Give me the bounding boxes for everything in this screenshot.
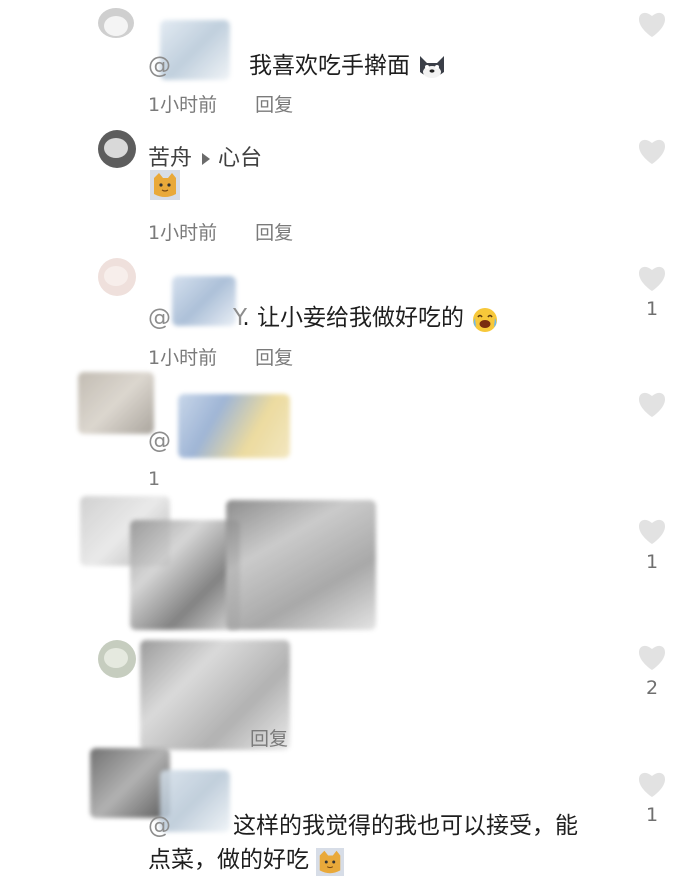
like-count: 1: [645, 551, 659, 573]
reply-target-name[interactable]: 心台: [218, 146, 262, 171]
reply-button[interactable]: 回复: [255, 94, 293, 116]
reply-button[interactable]: 回复: [255, 222, 293, 244]
avatar[interactable]: [98, 258, 136, 296]
mention[interactable]: @: [148, 428, 171, 454]
comment-meta: 1小时前 回复: [148, 90, 293, 117]
heart-icon: [638, 519, 666, 544]
comment-meta: 回复: [250, 724, 288, 751]
comment-text: @: [148, 428, 171, 454]
redacted-scribble: [78, 372, 154, 434]
like-button[interactable]: 1: [632, 264, 672, 320]
reply-button[interactable]: 回复: [250, 728, 288, 750]
timestamp: 1小时前: [148, 222, 218, 244]
like-button[interactable]: [632, 10, 672, 44]
timestamp: 1小时前: [148, 94, 218, 116]
comment-meta: 1小时前 回复: [148, 218, 293, 245]
heart-icon: [638, 139, 666, 164]
heart-icon: [638, 645, 666, 670]
comment-meta: 1: [148, 468, 160, 490]
timestamp: 1小时前: [148, 347, 218, 369]
mention[interactable]: @: [148, 53, 171, 79]
redacted-scribble: [226, 500, 376, 630]
crying-laughing-emoji: [471, 306, 498, 332]
comment-text: @ Y. 让小妾给我做好吃的: [148, 298, 498, 332]
like-count: 2: [645, 677, 659, 699]
like-count: 1: [645, 298, 659, 320]
comment-meta: 1小时前 回复: [148, 343, 293, 370]
dog-face-emoji: [417, 54, 445, 80]
timestamp: 1: [148, 468, 161, 490]
avatar[interactable]: [98, 640, 136, 678]
like-button[interactable]: 2: [632, 643, 672, 699]
avatar[interactable]: [98, 130, 136, 168]
heart-icon: [638, 12, 666, 37]
mention[interactable]: @: [148, 813, 171, 839]
comment-author-line: 苦舟 心台: [148, 140, 262, 172]
reply-button[interactable]: 回复: [255, 347, 293, 369]
redacted-scribble: [130, 520, 240, 630]
avatar[interactable]: [98, 8, 134, 38]
cat-face-emoji: [316, 847, 345, 876]
mention[interactable]: @: [148, 305, 171, 331]
comment-text: @ 我喜欢吃手擀面: [148, 46, 445, 80]
like-button[interactable]: 1: [632, 517, 672, 573]
like-button[interactable]: [632, 390, 672, 424]
redacted-scribble: [178, 394, 290, 458]
heart-icon: [638, 266, 666, 291]
heart-icon: [638, 772, 666, 797]
comment-text-line2: 点菜，做的好吃: [148, 840, 345, 876]
like-button[interactable]: [632, 137, 672, 171]
heart-icon: [638, 392, 666, 417]
comment-text: @ 这样的我觉得的我也可以接受，能: [148, 813, 578, 839]
reply-arrow-icon: [202, 153, 211, 165]
cat-face-emoji: [150, 170, 180, 200]
like-button[interactable]: 1: [632, 770, 672, 826]
author-name[interactable]: 苦舟: [148, 146, 192, 171]
like-count: 1: [645, 804, 659, 826]
